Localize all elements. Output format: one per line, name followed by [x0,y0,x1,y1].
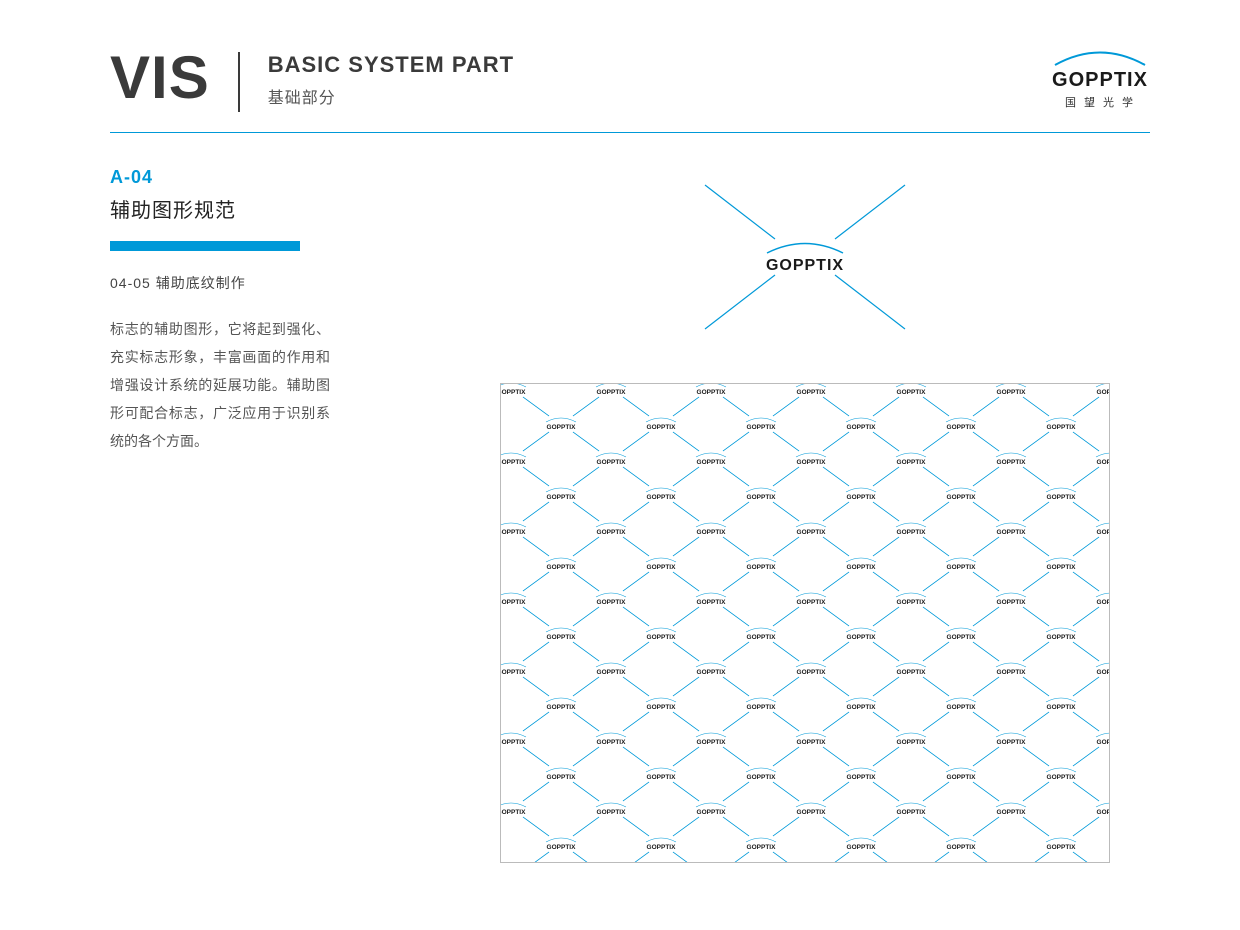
unit-center-logo: GOPPTIX [763,239,847,275]
right-column: GOPPTIX GOPPTIX [410,167,1150,863]
subsection-number: 04-05 辅助底纹制作 [110,273,410,293]
accent-bar [110,241,300,251]
logo-arc-icon [1050,48,1150,66]
page-header: VIS BASIC SYSTEM PART 基础部分 GOPPTIX 国望光学 [0,0,1240,112]
vis-title: VIS [110,48,210,108]
brand-logo: GOPPTIX 国望光学 [1050,48,1150,110]
body-paragraph: 标志的辅助图形，它将起到强化、充实标志形象，丰富画面的作用和增强设计系统的延展功… [110,315,330,455]
subtitle-chinese: 基础部分 [268,84,514,108]
content-area: A-04 辅助图形规范 04-05 辅助底纹制作 标志的辅助图形，它将起到强化、… [0,133,1240,863]
pattern-tile: GOPPTIX GOPPTIX [500,383,1110,863]
pattern-single-unit: GOPPTIX [675,167,935,347]
pattern-preview-box: GOPPTIX GOPPTIX [500,383,1110,863]
brand-name-cn: 国望光学 [1050,94,1150,110]
unit-brand-text: GOPPTIX [763,257,847,275]
brand-name: GOPPTIX [1050,69,1150,92]
vertical-divider [238,52,240,112]
left-column: A-04 辅助图形规范 04-05 辅助底纹制作 标志的辅助图形，它将起到强化、… [110,167,410,863]
subtitle-english: BASIC SYSTEM PART [268,52,514,78]
section-code: A-04 [110,167,410,188]
section-title: 辅助图形规范 [110,194,410,223]
mini-arc-icon [763,240,847,254]
subtitle-block: BASIC SYSTEM PART 基础部分 [268,48,514,108]
